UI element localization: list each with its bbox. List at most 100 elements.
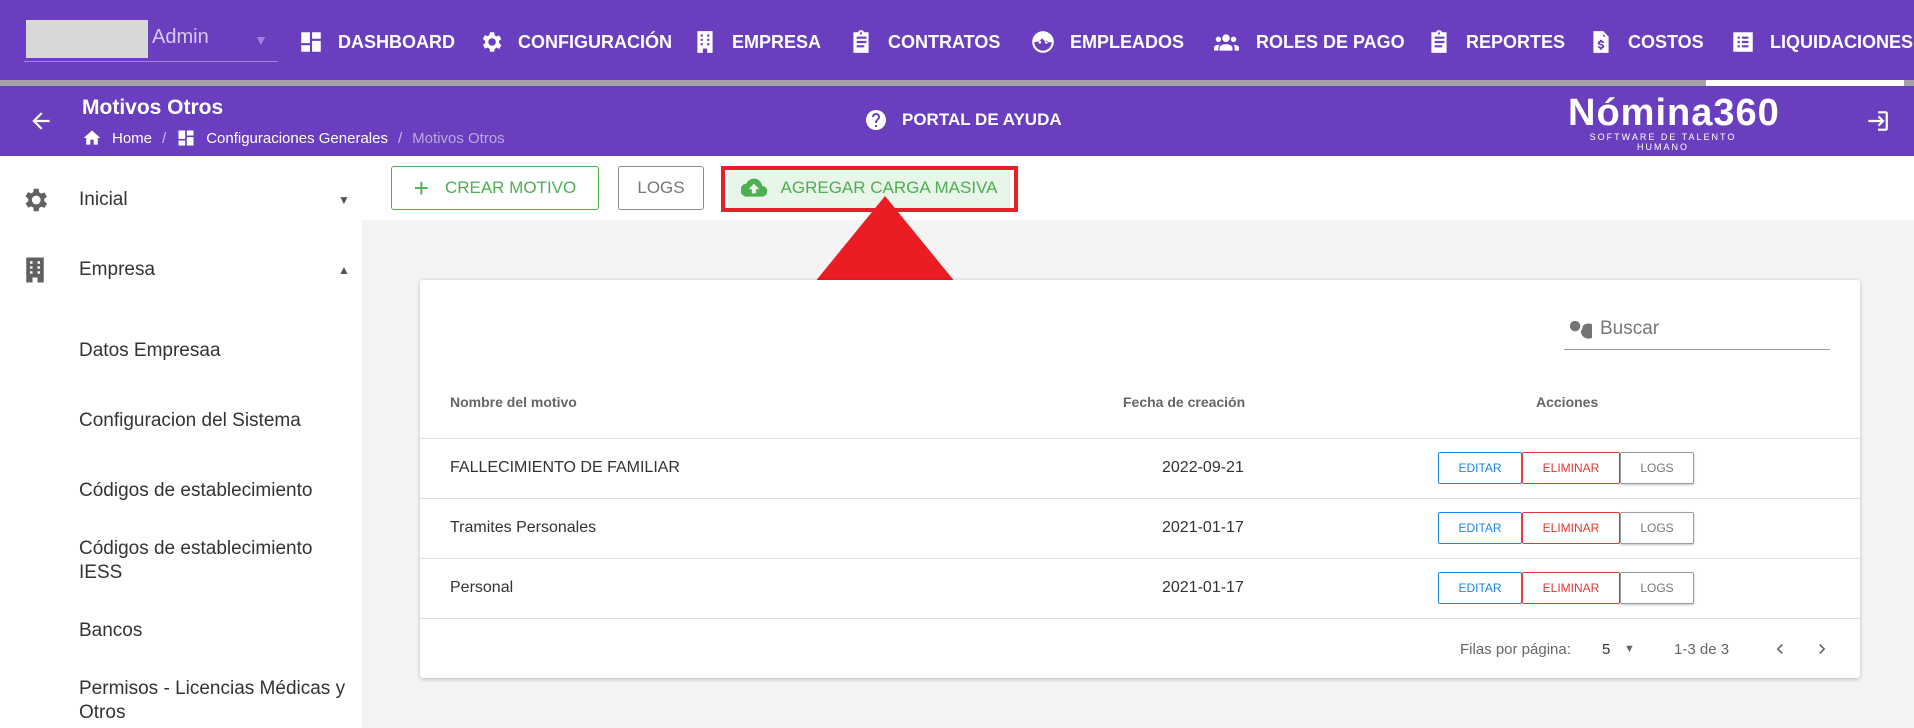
next-page-button[interactable] [1812, 639, 1832, 659]
row-logs-button[interactable]: LOGS [1620, 572, 1694, 604]
breadcrumb-home[interactable]: Home [82, 128, 152, 148]
sidebar-item-codigos-establecimiento[interactable]: Códigos de establecimiento [79, 479, 359, 503]
user-menu[interactable]: Admin ▼ [24, 20, 278, 62]
nav-contratos[interactable]: CONTRATOS [848, 24, 1000, 60]
table-row: Personal 2021-01-17 EDITAR ELIMINAR LOGS [420, 558, 1860, 618]
chevron-left-icon [1776, 644, 1783, 654]
delete-button[interactable]: ELIMINAR [1522, 512, 1620, 544]
page-header: Motivos Otros Home / Configuraciones Gen… [0, 86, 1914, 156]
row-logs-button[interactable]: LOGS [1620, 512, 1694, 544]
row-actions: EDITAR ELIMINAR LOGS [1438, 512, 1694, 544]
nav-roles-de-pago[interactable]: ROLES DE PAGO [1210, 24, 1405, 60]
nav-configuracion[interactable]: CONFIGURACIÓN [478, 24, 672, 60]
logout-icon [1868, 111, 1888, 131]
sidebar-item-bancos[interactable]: Bancos [79, 619, 359, 643]
nav-label: CONTRATOS [888, 31, 1001, 52]
help-icon [866, 110, 886, 130]
cell-date: 2021-01-17 [1162, 579, 1244, 596]
logs-button[interactable]: LOGS [618, 166, 704, 210]
brand-logo: Nómina360 SOFTWARE DE TALENTO HUMANO [1568, 92, 1780, 152]
cell-name: Personal [450, 579, 514, 596]
back-button[interactable] [28, 108, 54, 134]
nav-label: LIQUIDACIONES [1770, 31, 1914, 52]
create-motivo-button[interactable]: + CREAR MOTIVO [391, 166, 599, 210]
breadcrumb: Home / Configuraciones Generales / Motiv… [82, 128, 505, 148]
home-icon [83, 130, 101, 145]
sidebar-group-label: Empresa [79, 259, 156, 280]
row-logs-button[interactable]: LOGS [1620, 452, 1694, 484]
edit-button[interactable]: EDITAR [1438, 452, 1522, 484]
sidebar-group-empresa[interactable]: Empresa ▲ [0, 245, 362, 295]
brand-name: Nómina360 [1568, 92, 1780, 134]
chevron-right-icon [1819, 644, 1826, 654]
button-label: CREAR MOTIVO [444, 178, 577, 197]
list-icon [1733, 32, 1753, 52]
sidebar-item-permisos[interactable]: Permisos - Licencias Médicas y Otros [79, 677, 359, 725]
help-label: PORTAL DE AYUDA [902, 110, 1062, 129]
nav-costos[interactable]: COSTOS [1588, 24, 1704, 60]
edit-button[interactable]: EDITAR [1438, 512, 1522, 544]
row-actions: EDITAR ELIMINAR LOGS [1438, 572, 1694, 604]
delete-button[interactable]: ELIMINAR [1522, 572, 1620, 604]
brand-tagline: SOFTWARE DE TALENTO HUMANO [1589, 132, 1737, 152]
row-actions: EDITAR ELIMINAR LOGS [1438, 452, 1694, 484]
gear-icon [482, 32, 502, 52]
users-icon [1214, 34, 1239, 51]
user-name: Admin [152, 26, 209, 48]
chevron-down-icon[interactable]: ▼ [1624, 643, 1635, 655]
nav-liquidaciones[interactable]: LIQUIDACIONES [1730, 24, 1913, 60]
sidebar-item-configuracion-sistema[interactable]: Configuracion del Sistema [79, 409, 359, 433]
table-row: FALLECIMIENTO DE FAMILIAR 2022-09-21 EDI… [420, 438, 1860, 498]
cell-name: FALLECIMIENTO DE FAMILIAR [450, 459, 680, 476]
sidebar-item-datos-empresa[interactable]: Datos Empresaa [79, 339, 359, 363]
sidebar-group-inicial[interactable]: Inicial ▼ [0, 175, 362, 225]
clipboard-icon [1431, 30, 1447, 53]
nav-label: EMPLEADOS [1070, 31, 1185, 52]
breadcrumb-configuraciones[interactable]: Configuraciones Generales [176, 128, 388, 148]
plus-icon: + [413, 173, 429, 203]
building-icon [26, 257, 44, 283]
sidebar-group-label: Inicial [79, 189, 128, 210]
cell-date: 2021-01-17 [1162, 519, 1244, 536]
column-header-nombre[interactable]: Nombre del motivo [450, 394, 577, 410]
dashboard-icon [178, 130, 194, 146]
search-icon [1569, 320, 1592, 339]
dashboard-icon [301, 32, 321, 52]
nav-dashboard[interactable]: DASHBOARD [298, 24, 455, 60]
column-header-fecha[interactable]: Fecha de creación [1123, 394, 1245, 410]
chevron-down-icon[interactable]: ▼ [254, 32, 268, 48]
gear-icon [25, 188, 48, 212]
cell-name: Tramites Personales [450, 519, 597, 536]
chevron-up-icon: ▲ [338, 263, 350, 277]
table-row: Tramites Personales 2021-01-17 EDITAR EL… [420, 498, 1860, 558]
edit-button[interactable]: EDITAR [1438, 572, 1522, 604]
arrow-left-icon [32, 112, 50, 130]
prev-page-button[interactable] [1770, 639, 1790, 659]
delete-button[interactable]: ELIMINAR [1522, 452, 1620, 484]
toolbar: + CREAR MOTIVO LOGS AGREGAR CARGA MASIVA [362, 156, 1914, 220]
breadcrumb-separator: / [397, 129, 403, 147]
help-portal-link[interactable]: PORTAL DE AYUDA [864, 108, 1062, 132]
breadcrumb-separator: / [162, 129, 167, 147]
nav-empleados[interactable]: EMPLEADOS [1030, 24, 1184, 60]
search-input[interactable] [1600, 317, 1820, 340]
table-pagination: Filas por página: 5 ▼ 1-3 de 3 [420, 618, 1860, 678]
nav-reportes[interactable]: REPORTES [1426, 24, 1565, 60]
breadcrumb-label: Configuraciones Generales [206, 129, 388, 147]
nav-label: DASHBOARD [338, 31, 455, 52]
sidebar-item-codigos-iess[interactable]: Códigos de establecimiento IESS [79, 537, 359, 585]
nav-label: ROLES DE PAGO [1256, 31, 1405, 52]
page-title: Motivos Otros [82, 96, 224, 119]
nav-label: CONFIGURACIÓN [518, 31, 672, 52]
cell-date: 2022-09-21 [1162, 459, 1244, 476]
rows-per-page-select[interactable]: 5 [1602, 641, 1610, 658]
nav-empresa[interactable]: EMPRESA [692, 24, 821, 60]
search-box[interactable] [1564, 308, 1830, 350]
breadcrumb-current: Motivos Otros [412, 129, 505, 147]
column-header-acciones: Acciones [1536, 394, 1599, 410]
face-icon [1032, 31, 1054, 53]
motivos-table-card: Nombre del motivo Fecha de creación Acci… [420, 280, 1860, 678]
logout-button[interactable] [1864, 108, 1890, 134]
invoice-dollar-icon [1593, 31, 1609, 53]
clipboard-icon [853, 30, 869, 53]
